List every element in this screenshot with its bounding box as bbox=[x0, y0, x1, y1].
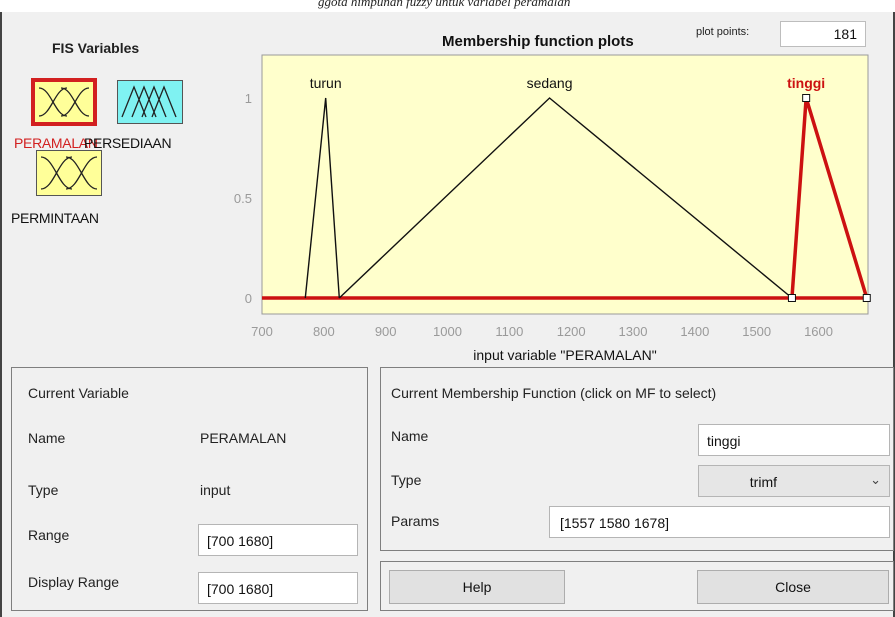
mf-name-input[interactable]: tinggi bbox=[698, 424, 890, 456]
x-axis-label: input variable "PERAMALAN" bbox=[473, 347, 656, 363]
display-range-input[interactable]: [700 1680] bbox=[198, 572, 358, 604]
mf-params-label: Params bbox=[391, 513, 440, 529]
mf-name-label: Name bbox=[391, 428, 429, 444]
mf-label-turun[interactable]: turun bbox=[310, 75, 342, 91]
variable-name-label: Name bbox=[28, 430, 66, 446]
y-tick-label: 0.5 bbox=[234, 191, 252, 206]
x-tick-label: 1100 bbox=[495, 324, 523, 339]
variable-type-label: Type bbox=[28, 482, 59, 498]
y-tick-label: 0 bbox=[245, 291, 252, 306]
range-input[interactable]: [700 1680] bbox=[198, 524, 358, 556]
x-tick-label: 1600 bbox=[804, 324, 833, 339]
y-axis-ticks: 00.51 bbox=[234, 91, 252, 306]
x-tick-label: 1500 bbox=[742, 324, 771, 339]
mf-control-point[interactable] bbox=[787, 294, 796, 302]
display-range-label: Display Range bbox=[28, 574, 120, 590]
mf-label-sedang[interactable]: sedang bbox=[527, 75, 573, 91]
mf-type-value: trimf bbox=[749, 474, 777, 490]
y-tick-label: 1 bbox=[245, 91, 252, 106]
x-tick-label: 1000 bbox=[433, 324, 462, 339]
x-tick-label: 800 bbox=[313, 324, 335, 339]
chevron-down-icon[interactable]: ⌄ bbox=[870, 472, 881, 488]
membership-function-plot: 00.51 700 800 900 1000 1100 1200 1300 1400 1500 1… bbox=[234, 54, 871, 363]
variable-name-value: PERAMALAN bbox=[200, 430, 287, 446]
current-variable-title: Current Variable bbox=[28, 385, 129, 401]
mf-label-tinggi[interactable]: tinggi bbox=[787, 75, 825, 91]
x-tick-label: 900 bbox=[375, 324, 397, 339]
mf-type-select[interactable]: trimf ⌄ bbox=[698, 465, 890, 497]
close-button[interactable]: Close bbox=[697, 570, 889, 604]
help-button[interactable]: Help bbox=[389, 570, 565, 604]
variable-type-value: input bbox=[200, 482, 231, 498]
range-label: Range bbox=[28, 527, 70, 543]
x-tick-label: 1400 bbox=[680, 324, 709, 339]
x-tick-label: 1300 bbox=[619, 324, 648, 339]
x-tick-label: 700 bbox=[251, 324, 273, 339]
mf-type-label: Type bbox=[391, 472, 422, 488]
plot-area[interactable] bbox=[261, 54, 869, 315]
current-mf-title: Current Membership Function (click on MF… bbox=[391, 385, 717, 401]
x-tick-label: 1200 bbox=[557, 324, 586, 339]
x-axis-ticks: 700 800 900 1000 1100 1200 1300 1400 1500 1600 bbox=[251, 324, 833, 339]
mf-control-point[interactable] bbox=[862, 294, 871, 302]
mf-control-point[interactable] bbox=[802, 94, 811, 102]
mf-params-input[interactable]: [1557 1580 1678] bbox=[549, 506, 890, 538]
